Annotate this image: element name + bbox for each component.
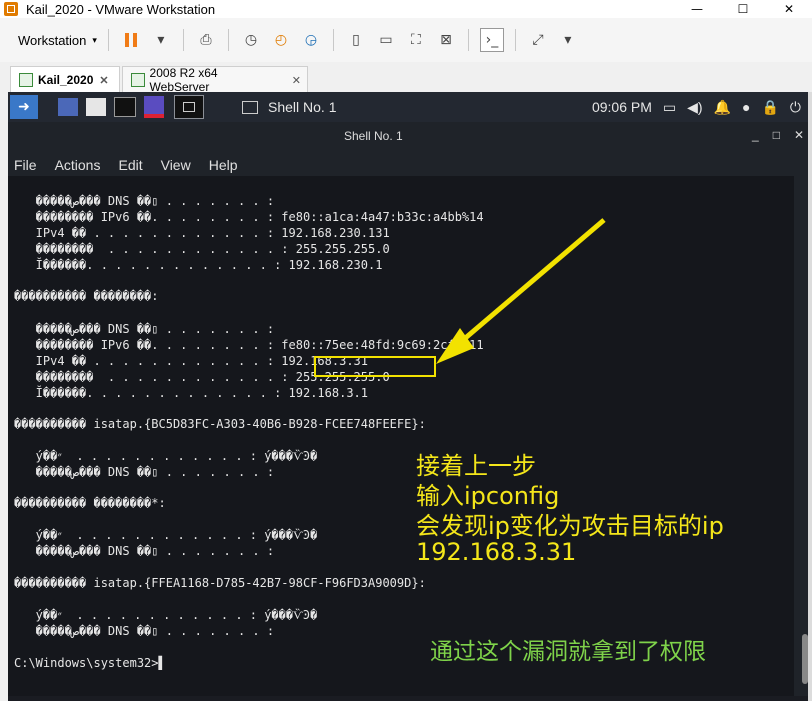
send-ctrl-alt-del-icon[interactable]: ⎙ — [195, 29, 217, 51]
lock-icon[interactable]: 🔒 — [761, 99, 778, 116]
vmware-app-icon — [4, 2, 18, 16]
vmware-toolbar: Workstation ▾ ▾ ⎙ ◷ ◴ ◶ ▯ ▭ ⛶ ⊠ ›_ ⤢ ▾ — [0, 18, 812, 63]
tab-webserver[interactable]: 2008 R2 x64 WebServer ✕ — [122, 66, 308, 94]
power-dropdown-icon[interactable]: ▾ — [150, 29, 172, 51]
terminal-titlebar: Shell No. 1 _ □ ✕ — [8, 122, 812, 154]
arrow-shaft — [454, 218, 606, 348]
chevron-down-icon: ▾ — [92, 34, 97, 45]
terminal-output[interactable]: �����ص��� DNS ��▯ . . . . . . . : ������… — [8, 176, 794, 696]
kali-menu-icon[interactable]: ➜ — [10, 95, 38, 119]
menu-file[interactable]: File — [14, 157, 37, 173]
stretch-icon[interactable]: ⤢ — [527, 29, 549, 51]
vm-icon — [19, 73, 33, 87]
terminal-close-button[interactable]: ✕ — [794, 128, 804, 142]
notification-icon[interactable]: 🔔 — [714, 99, 731, 116]
window-titlebar: Kail_2020 - VMware Workstation — ☐ ✕ — [0, 0, 812, 18]
sidebar-view-icon[interactable]: ▯ — [345, 29, 367, 51]
toolbar-divider — [107, 29, 109, 51]
kali-tray: 09:06 PM ▭ ◀) 🔔 ● 🔒 ⏻ — [592, 92, 812, 122]
volume-icon[interactable]: ◀) — [687, 99, 702, 116]
toolbar-divider — [514, 29, 516, 51]
tab-label: 2008 R2 x64 WebServer — [149, 66, 218, 94]
kali-panel: ➜ Shell No. 1 09:06 PM ▭ ◀) 🔔 ● 🔒 ⏻ — [8, 92, 812, 122]
root-terminal-icon[interactable] — [144, 96, 164, 118]
terminal-title: Shell No. 1 — [344, 129, 403, 143]
vm-icon — [131, 73, 145, 87]
window-right-edge — [808, 92, 812, 701]
menu-view[interactable]: View — [161, 157, 191, 173]
snapshot-manager-icon[interactable]: ◶ — [300, 29, 322, 51]
tab-kail-2020[interactable]: Kail_2020 ✕ — [10, 66, 120, 93]
logout-icon[interactable]: ⏻ — [790, 99, 801, 116]
file-manager-icon[interactable] — [86, 98, 106, 116]
menu-edit[interactable]: Edit — [118, 157, 142, 173]
console-view-icon[interactable]: ▭ — [375, 29, 397, 51]
window-title: Kail_2020 - VMware Workstation — [26, 1, 216, 17]
toolbar-divider — [182, 29, 184, 51]
snapshot-icon[interactable]: ◷ — [240, 29, 262, 51]
close-button[interactable]: ✕ — [766, 0, 812, 18]
minimize-button[interactable]: — — [674, 0, 720, 18]
toolbar-divider — [467, 29, 469, 51]
status-strip — [8, 696, 812, 701]
workstation-menu[interactable]: Workstation ▾ — [14, 29, 101, 51]
tab-label: Kail_2020 — [38, 73, 94, 87]
menu-actions[interactable]: Actions — [55, 157, 101, 173]
annotation-privilege: 通过这个漏洞就拿到了权限 — [430, 639, 706, 665]
annotation-arrow — [436, 218, 606, 364]
toolbar-divider — [227, 29, 229, 51]
annotation-ip-change: 会发现ip变化为攻击目标的ip — [416, 512, 724, 540]
workstation-menu-label: Workstation — [18, 32, 87, 48]
terminal-icon[interactable] — [114, 97, 136, 117]
fullscreen-icon[interactable]: ⛶ — [405, 29, 427, 51]
maximize-button[interactable]: ☐ — [720, 0, 766, 18]
taskbar-shell-label: Shell No. 1 — [268, 99, 337, 115]
annotation-ip: 192.168.3.31 — [416, 538, 577, 566]
vm-tabs: Kail_2020 ✕ 2008 R2 x64 WebServer ✕ — [0, 62, 812, 94]
terminal-minimize-button[interactable]: _ — [752, 128, 759, 142]
clock[interactable]: 09:06 PM — [592, 99, 652, 115]
desktop-icon[interactable] — [58, 98, 78, 116]
unity-icon[interactable]: ⊠ — [435, 29, 457, 51]
revert-snapshot-icon[interactable]: ◴ — [270, 29, 292, 51]
close-icon[interactable]: ✕ — [99, 74, 108, 87]
menu-help[interactable]: Help — [209, 157, 238, 173]
close-icon[interactable]: ✕ — [292, 74, 301, 87]
terminal-console-icon[interactable]: ›_ — [479, 28, 504, 52]
window-controls: — ☐ ✕ — [674, 0, 812, 18]
toolbar-divider — [332, 29, 334, 51]
terminal-menubar: File Actions Edit View Help — [8, 154, 812, 176]
terminal-maximize-button[interactable]: □ — [773, 128, 780, 142]
window-icon — [242, 100, 258, 114]
active-terminal-icon[interactable] — [174, 95, 204, 119]
taskbar-shell[interactable]: Shell No. 1 — [242, 99, 336, 115]
display-icon[interactable]: ▭ — [663, 99, 676, 116]
vm-screen[interactable]: ➜ Shell No. 1 09:06 PM ▭ ◀) 🔔 ● 🔒 ⏻ Shel… — [8, 92, 812, 701]
terminal-controls: _ □ ✕ — [738, 128, 804, 142]
pause-icon[interactable] — [120, 29, 142, 51]
stretch-dropdown-icon[interactable]: ▾ — [557, 29, 579, 51]
power-icon[interactable]: ● — [742, 99, 750, 115]
vm-left-edge — [0, 92, 8, 701]
